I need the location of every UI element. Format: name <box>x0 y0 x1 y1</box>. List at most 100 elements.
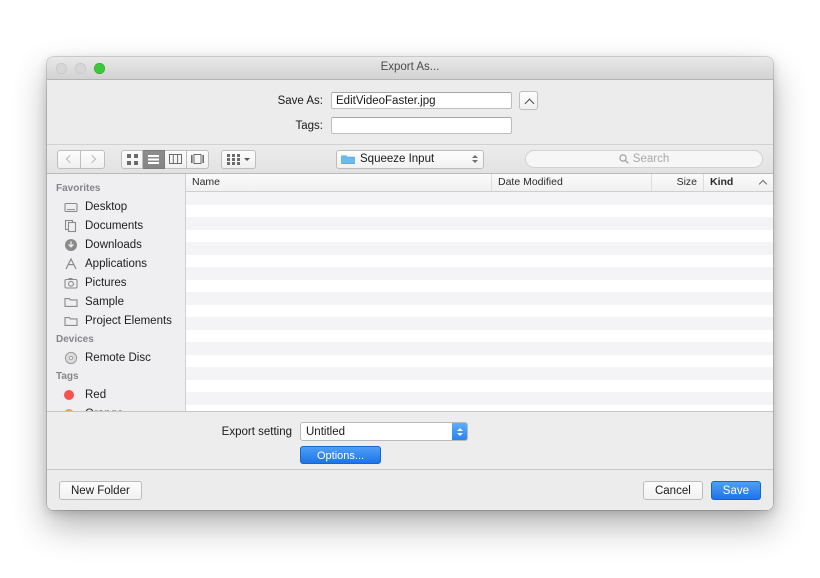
sidebar-item-label: Desktop <box>85 200 128 213</box>
view-mode-column[interactable] <box>165 149 187 169</box>
save-as-row: Save As: EditVideoFaster.jpg <box>47 91 773 110</box>
group-by-button[interactable] <box>221 149 256 169</box>
view-mode-icon[interactable] <box>121 149 143 169</box>
table-row[interactable] <box>186 192 773 205</box>
sidebar-item-label: Documents <box>85 219 144 232</box>
table-row[interactable] <box>186 354 773 367</box>
table-row[interactable] <box>186 379 773 392</box>
save-as-area: Save As: EditVideoFaster.jpg Tags: <box>47 80 773 144</box>
back-button[interactable] <box>57 149 81 169</box>
sidebar-item-downloads[interactable]: Downloads <box>47 235 185 254</box>
export-accessory-panel: Export setting Untitled Options... <box>47 411 773 470</box>
sidebar-item-label: Applications <box>85 257 148 270</box>
popup-stepper-icon <box>472 155 478 163</box>
table-row[interactable] <box>186 329 773 342</box>
sidebar-item-project-elements[interactable]: Project Elements <box>47 311 185 330</box>
export-setting-label: Export setting <box>221 425 292 438</box>
folder-icon <box>64 295 78 309</box>
desktop-icon <box>64 200 78 214</box>
table-row[interactable] <box>186 229 773 242</box>
forward-button[interactable] <box>81 149 105 169</box>
save-button[interactable]: Save <box>710 480 761 500</box>
chevron-down-icon <box>244 157 250 161</box>
window-title: Export As... <box>380 61 440 73</box>
file-list[interactable]: Name Date Modified Size Kind <box>186 174 773 411</box>
title-bar[interactable]: Export As... <box>47 57 773 80</box>
column-header-kind-label: Kind <box>710 176 734 188</box>
path-popup-button[interactable]: Squeeze Input <box>336 149 484 169</box>
column-view-icon <box>169 154 182 164</box>
disc-icon <box>64 351 78 365</box>
tags-row: Tags: <box>47 117 773 134</box>
sidebar-item-tag-red[interactable]: Red <box>47 385 185 404</box>
table-row[interactable] <box>186 304 773 317</box>
applications-icon <box>64 257 78 271</box>
save-as-label: Save As: <box>277 94 323 107</box>
footer-actions: Cancel Save <box>642 480 761 500</box>
dialog-body: Favorites Desktop Documents Downloads Ap… <box>47 174 773 411</box>
sidebar-header-favorites: Favorites <box>56 183 101 194</box>
save-as-input[interactable]: EditVideoFaster.jpg <box>331 92 512 109</box>
chevron-left-icon <box>65 154 75 164</box>
table-row[interactable] <box>186 254 773 267</box>
view-mode-list[interactable] <box>143 149 165 169</box>
table-row[interactable] <box>186 342 773 355</box>
grid-icon <box>227 153 240 165</box>
column-header-kind[interactable]: Kind <box>704 174 773 191</box>
export-setting-popup[interactable]: Untitled <box>300 422 468 441</box>
icon-view-icon <box>126 153 138 165</box>
column-header-name[interactable]: Name <box>186 174 492 191</box>
sidebar-item-applications[interactable]: Applications <box>47 254 185 273</box>
column-header-row: Name Date Modified Size Kind <box>186 174 773 192</box>
table-row[interactable] <box>186 217 773 230</box>
view-mode-gallery[interactable] <box>187 149 209 169</box>
export-as-dialog: Export As... Save As: EditVideoFaster.jp… <box>47 57 773 510</box>
table-row[interactable] <box>186 392 773 405</box>
sidebar-item-tag-orange[interactable]: Orange <box>47 404 185 411</box>
new-folder-button[interactable]: New Folder <box>59 480 142 500</box>
column-header-size[interactable]: Size <box>652 174 704 191</box>
chevron-right-icon <box>87 154 96 164</box>
folder-icon <box>64 314 78 328</box>
sidebar-item-label: Remote Disc <box>85 351 151 364</box>
tags-input[interactable] <box>331 117 512 134</box>
finder-toolbar: Squeeze Input Search <box>47 144 773 174</box>
table-row[interactable] <box>186 267 773 280</box>
folder-icon <box>341 154 355 164</box>
expand-chevron-button[interactable] <box>519 91 538 110</box>
sidebar: Favorites Desktop Documents Downloads Ap… <box>47 174 186 411</box>
sidebar-item-documents[interactable]: Documents <box>47 216 185 235</box>
search-icon <box>619 154 629 164</box>
table-row[interactable] <box>186 242 773 255</box>
sidebar-item-label: Project Elements <box>85 314 172 327</box>
path-popup-value: Squeeze Input <box>360 153 435 165</box>
chevron-up-icon <box>758 179 768 189</box>
options-spacer <box>47 446 300 464</box>
table-row[interactable] <box>186 204 773 217</box>
table-row[interactable] <box>186 317 773 330</box>
sidebar-header-tags: Tags <box>56 371 79 382</box>
sidebar-item-pictures[interactable]: Pictures <box>47 273 185 292</box>
options-button[interactable]: Options... <box>300 446 382 464</box>
table-row[interactable] <box>186 292 773 305</box>
downloads-icon <box>64 238 78 252</box>
search-input[interactable]: Search <box>525 150 763 168</box>
sidebar-item-sample[interactable]: Sample <box>47 292 185 311</box>
table-row[interactable] <box>186 367 773 380</box>
dialog-footer: New Folder Cancel Save <box>47 470 773 510</box>
column-header-date-modified[interactable]: Date Modified <box>492 174 652 191</box>
sidebar-item-label: Pictures <box>85 276 127 289</box>
tag-dot-icon <box>64 388 78 402</box>
sidebar-item-desktop[interactable]: Desktop <box>47 197 185 216</box>
table-row[interactable] <box>186 279 773 292</box>
file-rows[interactable] <box>186 192 773 411</box>
sidebar-header-devices: Devices <box>56 334 94 345</box>
documents-icon <box>64 219 78 233</box>
sidebar-item-remote-disc[interactable]: Remote Disc <box>47 348 185 367</box>
list-view-icon <box>148 154 159 164</box>
pictures-icon <box>64 276 78 290</box>
sidebar-item-label: Sample <box>85 295 124 308</box>
export-setting-row: Export setting Untitled <box>47 412 773 441</box>
view-mode-group <box>121 149 209 169</box>
cancel-button[interactable]: Cancel <box>642 480 703 500</box>
